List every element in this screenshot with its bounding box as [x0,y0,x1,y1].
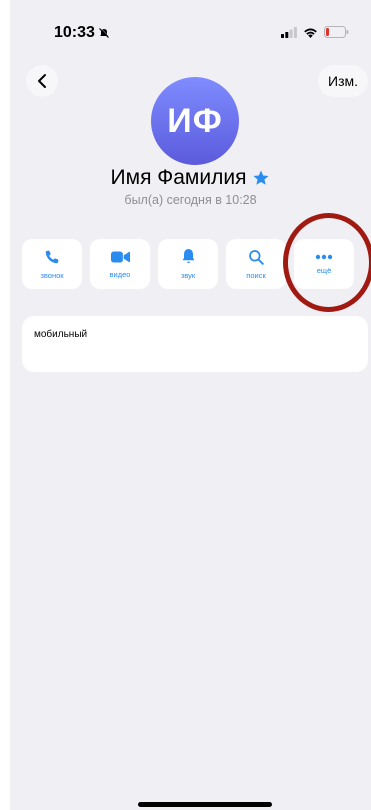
phone-icon [45,250,59,263]
contact-name: Имя Фамилия [110,166,247,189]
highlight-circle-annotation [283,213,371,312]
video-button[interactable]: видео [90,239,150,289]
call-label: звонок [40,270,64,280]
contact-screen: 10:33 Изм. ИФ Имя Фамилия был(а) сегодня… [10,0,371,810]
chevron-left-icon [38,74,46,88]
avatar[interactable]: ИФ [151,77,239,165]
search-label: поиск [246,270,266,280]
status-time: 10:33 [54,24,110,42]
bell-icon [182,249,194,264]
search-icon [249,249,264,265]
battery-icon [324,26,349,38]
back-button[interactable] [26,65,58,97]
status-indicators [281,26,349,38]
sound-button[interactable]: звук [158,239,218,289]
call-button[interactable]: звонок [22,239,82,289]
mobile-label: мобильный [34,329,88,340]
status-time-text: 10:33 [54,24,95,41]
home-indicator[interactable] [138,802,272,807]
wifi-icon [304,28,317,38]
star-icon [253,170,269,185]
last-seen-status: был(а) сегодня в 10:28 [124,193,257,207]
sound-label: звук [180,271,196,280]
video-camera-icon [110,250,130,263]
signal-icon [281,26,297,38]
video-label: видео [109,269,131,279]
name-row: Имя Фамилия [10,166,371,190]
edit-button[interactable]: Изм. [318,65,368,97]
search-button[interactable]: поиск [226,239,286,289]
bell-muted-icon [98,27,110,38]
phone-info-card[interactable]: мобильный [22,316,368,372]
